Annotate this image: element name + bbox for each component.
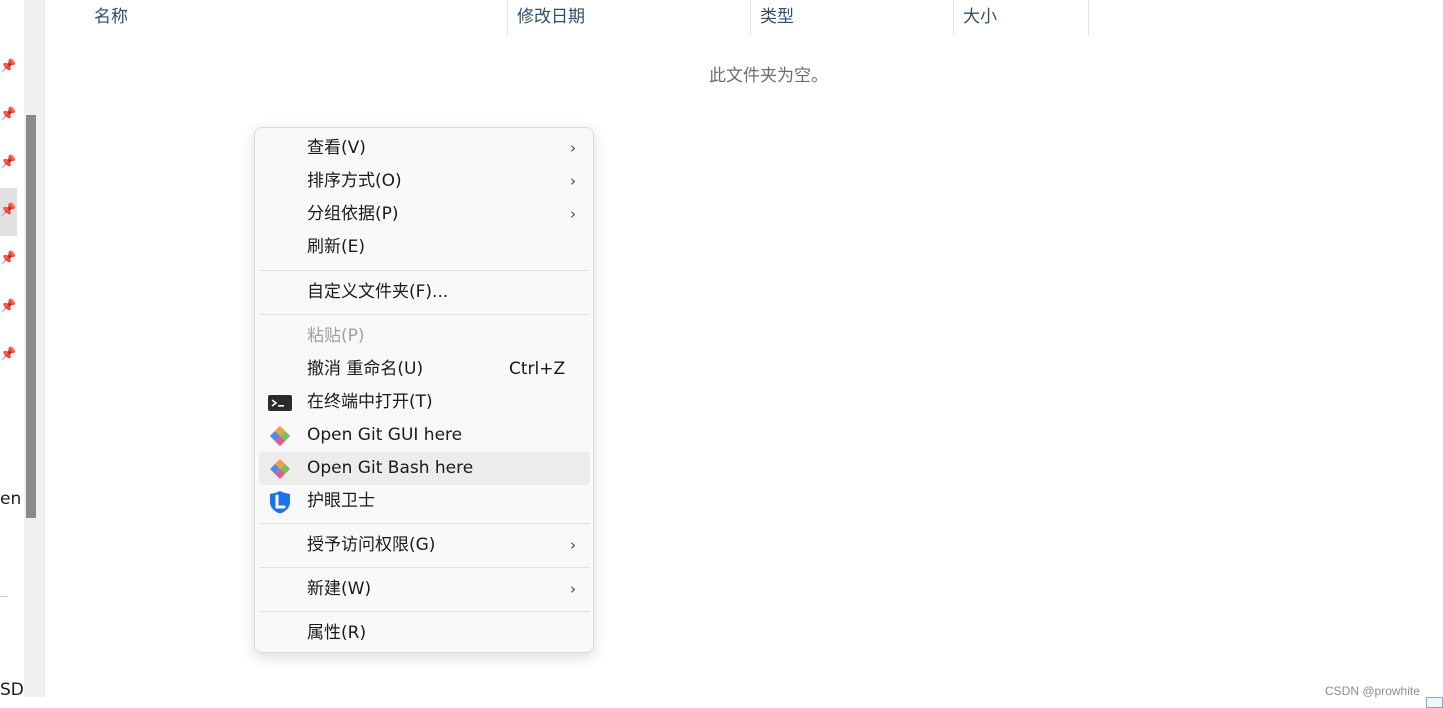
menu-item-undo-rename[interactable]: 撤消 重命名(U) Ctrl+Z (259, 353, 590, 386)
navigation-pane: 📌 📌 📌 📌 📌 📌 📌 en SD (0, 0, 46, 700)
terminal-icon (268, 395, 292, 411)
menu-item-open-git-bash[interactable]: Open Git Bash here (259, 452, 590, 485)
pane-divider[interactable] (44, 0, 45, 697)
pin-icon: 📌 (0, 251, 17, 266)
menu-item-label: 粘贴(P) (307, 326, 365, 346)
menu-item-label: Open Git Bash here (307, 458, 474, 478)
pin-icon: 📌 (0, 347, 17, 362)
menu-item-sort-by[interactable]: 排序方式(O) › (259, 165, 590, 198)
menu-item-view[interactable]: 查看(V) › (259, 132, 590, 165)
column-header: ^ 名称 修改日期 类型 大小 (46, 0, 1443, 36)
menu-item-label: 在终端中打开(T) (307, 392, 433, 412)
pin-icon: 📌 (0, 59, 17, 74)
column-type[interactable]: 类型 (750, 0, 953, 36)
menu-item-label: 分组依据(P) (307, 204, 399, 224)
chevron-right-icon: › (570, 536, 576, 554)
empty-folder-message: 此文件夹为空。 (709, 66, 828, 86)
menu-item-shortcut: Ctrl+Z (509, 359, 566, 379)
chevron-right-icon: › (570, 580, 576, 598)
menu-separator (259, 270, 590, 271)
nav-item-label[interactable]: en (0, 489, 21, 509)
menu-item-open-terminal[interactable]: 在终端中打开(T) (259, 386, 590, 419)
menu-separator (259, 567, 590, 568)
pin-icon: 📌 (0, 155, 17, 170)
menu-item-label: 授予访问权限(G) (307, 535, 436, 555)
git-icon (269, 458, 291, 480)
menu-item-refresh[interactable]: 刷新(E) (259, 231, 590, 264)
pin-icon: 📌 (0, 107, 17, 122)
nav-divider (0, 596, 8, 597)
pin-icon: 📌 (0, 203, 17, 218)
menu-separator (259, 611, 590, 612)
menu-item-grant-access[interactable]: 授予访问权限(G) › (259, 529, 590, 562)
menu-item-label: 属性(R) (307, 623, 367, 643)
chevron-right-icon: › (570, 205, 576, 223)
column-separator[interactable] (1088, 0, 1089, 36)
menu-item-label: 自定义文件夹(F)... (307, 282, 449, 302)
menu-item-label: 护眼卫士 (307, 491, 375, 511)
menu-separator (259, 314, 590, 315)
menu-item-label: Open Git GUI here (307, 425, 463, 445)
menu-item-label: 撤消 重命名(U) (307, 359, 424, 379)
menu-item-label: 排序方式(O) (307, 171, 402, 191)
menu-item-properties[interactable]: 属性(R) (259, 617, 590, 650)
git-icon (269, 425, 291, 447)
taskbar-corner (1426, 697, 1443, 708)
watermark: CSDN @prowhite (1325, 684, 1420, 698)
column-size[interactable]: 大小 (953, 0, 1088, 36)
column-modified[interactable]: 修改日期 (507, 0, 750, 36)
menu-item-new[interactable]: 新建(W) › (259, 573, 590, 606)
chevron-right-icon: › (570, 172, 576, 190)
menu-item-open-git-gui[interactable]: Open Git GUI here (259, 419, 590, 452)
chevron-right-icon: › (570, 139, 576, 157)
pin-icon: 📌 (0, 299, 17, 314)
window-bottom-edge (0, 697, 1443, 708)
menu-item-label: 查看(V) (307, 138, 366, 158)
nav-scrollbar-thumb[interactable] (26, 115, 36, 518)
menu-item-eye-guard[interactable]: 护眼卫士 (259, 485, 590, 518)
menu-item-group-by[interactable]: 分组依据(P) › (259, 198, 590, 231)
menu-separator (259, 523, 590, 524)
menu-item-label: 新建(W) (307, 579, 372, 599)
eye-guard-shield-icon (270, 491, 290, 514)
menu-item-label: 刷新(E) (307, 237, 366, 257)
menu-item-paste: 粘贴(P) (259, 320, 590, 353)
menu-item-customize-folder[interactable]: 自定义文件夹(F)... (259, 276, 590, 309)
context-menu: 查看(V) › 排序方式(O) › 分组依据(P) › 刷新(E) 自定义文件夹… (254, 127, 594, 653)
column-name[interactable]: 名称 (84, 0, 507, 36)
